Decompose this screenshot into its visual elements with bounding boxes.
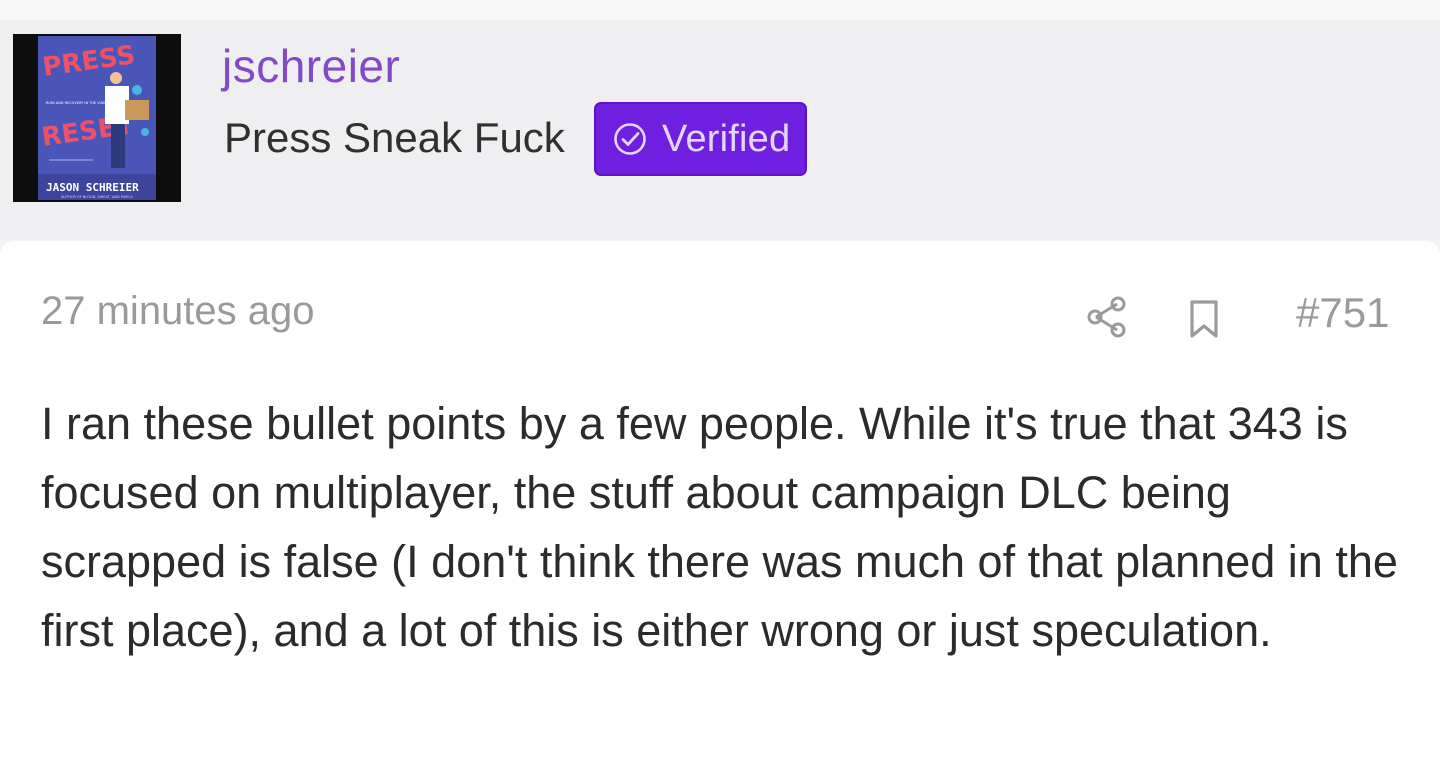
cover-author: JASON SCHREIER (46, 181, 139, 194)
post-number-link[interactable]: #751 (1296, 289, 1389, 337)
post-body: I ran these bullet points by a few peopl… (41, 398, 1398, 656)
post-author-header: PRESS RESET RUIN AND RECOVERY IN THE VID… (0, 20, 1440, 240)
verified-badge: Verified (594, 102, 807, 176)
share-icon (1087, 296, 1126, 338)
post-timestamp[interactable]: 27 minutes ago (41, 289, 315, 334)
cover-tagline: AUTHOR OF BLOOD, SWEAT, AND PIXELS (61, 195, 133, 199)
share-button[interactable] (1086, 295, 1128, 339)
username-link[interactable]: jschreier (222, 36, 400, 96)
user-title: Press Sneak Fuck (224, 114, 565, 161)
book-cover-image: PRESS RESET RUIN AND RECOVERY IN THE VID… (13, 34, 181, 202)
bookmark-button[interactable] (1185, 297, 1225, 341)
bookmark-icon (1190, 300, 1218, 338)
avatar[interactable]: PRESS RESET RUIN AND RECOVERY IN THE VID… (13, 34, 181, 202)
top-strip (0, 0, 1440, 20)
check-circle-icon (614, 123, 646, 155)
post-card: 27 minutes ago #751 I ran these bullet p… (0, 241, 1440, 781)
verified-badge-label: Verified (662, 117, 791, 160)
